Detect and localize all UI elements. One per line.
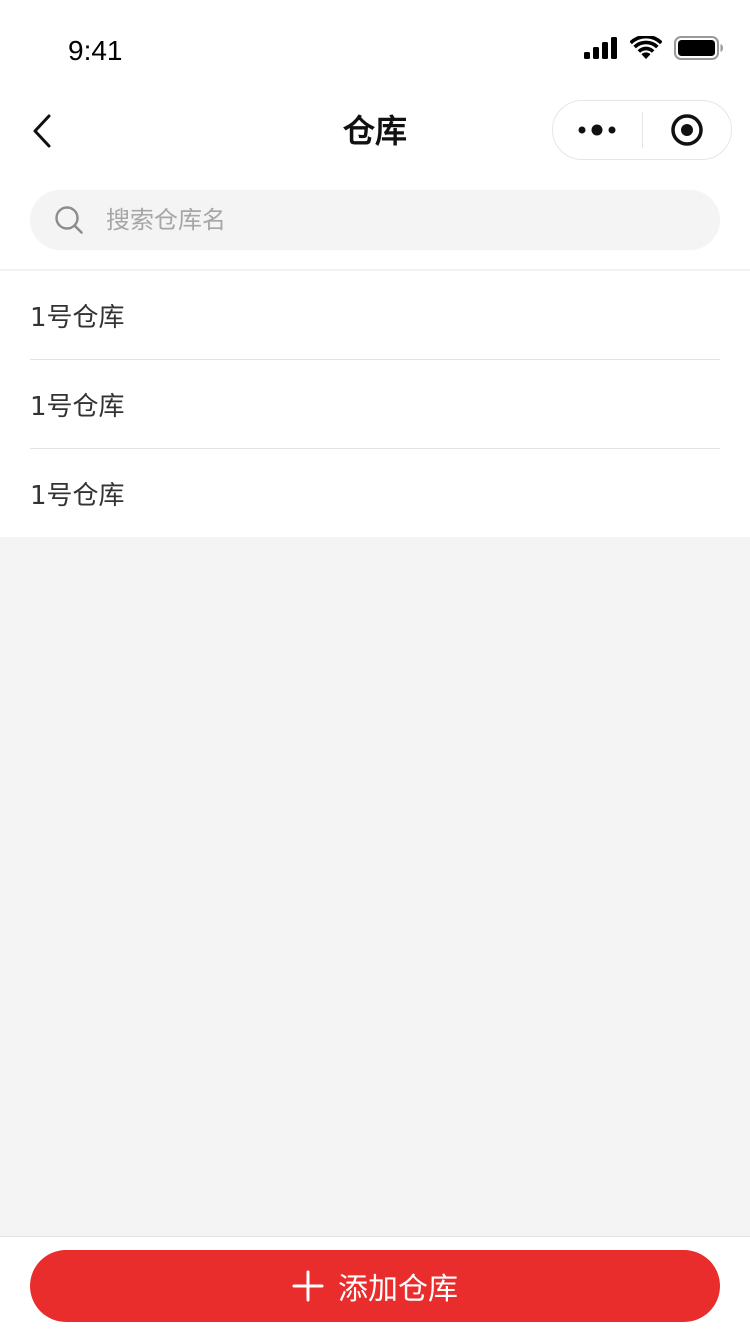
warehouse-name: 1号仓库 <box>30 480 125 511</box>
status-icons <box>584 34 724 62</box>
more-dots-icon <box>578 124 616 136</box>
warehouse-name: 1号仓库 <box>30 391 125 422</box>
warehouse-name: 1号仓库 <box>30 302 125 333</box>
close-mini-program-button[interactable] <box>643 101 732 159</box>
add-warehouse-label: 添加仓库 <box>338 1272 458 1307</box>
wifi-icon <box>630 36 662 59</box>
search-box[interactable] <box>30 190 720 250</box>
more-menu-button[interactable] <box>553 101 642 159</box>
list-item[interactable]: 1号仓库 <box>30 360 720 449</box>
battery-icon <box>674 36 723 60</box>
warehouse-list: 1号仓库 1号仓库 1号仓库 <box>0 271 750 537</box>
target-circle-icon <box>671 114 703 146</box>
list-item[interactable]: 1号仓库 <box>30 271 720 360</box>
plus-icon <box>292 1270 324 1302</box>
list-item[interactable]: 1号仓库 <box>30 449 720 537</box>
search-area <box>0 174 750 270</box>
screen: 9:41 仓库 搜索仓库名 1号仓库 1号仓库 1号仓库 添加仓库 <box>0 0 750 1336</box>
status-time: 9:41 <box>68 35 123 66</box>
signal-icon <box>584 37 617 59</box>
nav-bar: 仓库 <box>0 88 750 174</box>
search-input[interactable] <box>104 199 720 241</box>
add-warehouse-button[interactable]: 添加仓库 <box>30 1250 720 1322</box>
search-icon <box>54 205 84 235</box>
status-bar: 9:41 <box>0 0 750 88</box>
bottom-bar: 添加仓库 <box>0 1236 750 1336</box>
mini-program-capsule <box>552 100 732 160</box>
